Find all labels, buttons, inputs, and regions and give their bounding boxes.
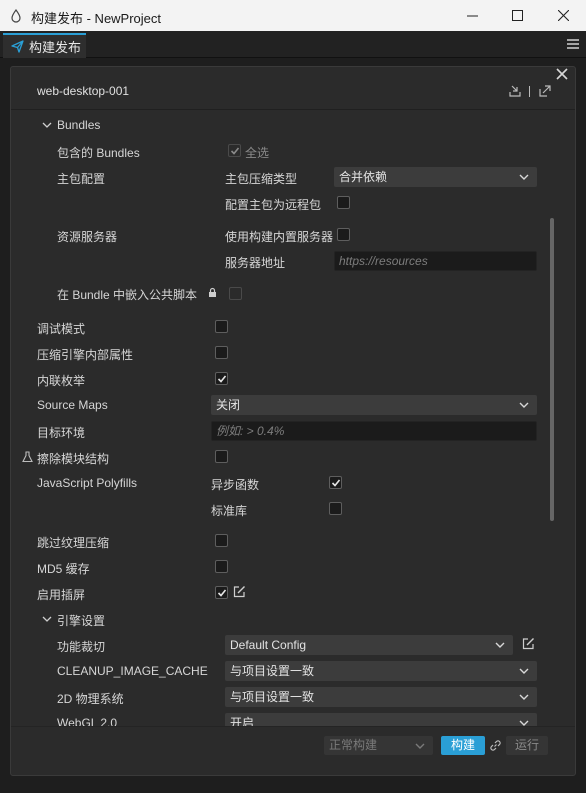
erase-modules-label: 擦除模块结构: [37, 452, 110, 466]
source-maps-label: Source Maps: [37, 398, 108, 412]
flask-icon: [22, 451, 33, 463]
compress-engine-props-checkbox[interactable]: [215, 346, 228, 359]
build-mode-select[interactable]: 正常构建: [324, 736, 433, 755]
async-functions-checkbox[interactable]: [329, 476, 342, 489]
close-panel-icon[interactable]: [554, 66, 570, 82]
cleanup-image-cache-label: CLEANUP_IMAGE_CACHE: [57, 664, 208, 678]
compress-engine-props-label: 压缩引擎内部属性: [37, 348, 134, 362]
server-address-input[interactable]: https://resources: [334, 251, 537, 271]
cleanup-image-cache-select[interactable]: 与项目设置一致: [225, 661, 537, 681]
build-mode-value: 正常构建: [329, 738, 378, 752]
export-icon[interactable]: [538, 84, 552, 98]
skip-texture-compress-label: 跳过纹理压缩: [37, 536, 110, 550]
webgl2-select[interactable]: 开启: [225, 713, 537, 726]
chevron-down-icon[interactable]: [42, 120, 52, 130]
maximize-icon: [511, 10, 523, 21]
chevron-down-icon[interactable]: [42, 614, 52, 624]
build-button[interactable]: 构建: [441, 736, 485, 755]
embed-common-script-checkbox[interactable]: [229, 287, 242, 300]
chevron-down-icon: [519, 720, 529, 726]
chevron-down-icon: [519, 174, 529, 180]
compression-type-value: 合并依赖: [339, 170, 388, 184]
remote-main-bundle-checkbox[interactable]: [337, 196, 350, 209]
chevron-down-icon: [415, 743, 425, 749]
minimize-button[interactable]: [449, 0, 495, 31]
compression-type-label: 主包压缩类型: [225, 172, 298, 186]
send-icon: [11, 40, 24, 53]
footer-divider: [11, 726, 575, 727]
header-separator: [529, 86, 530, 97]
select-all-label: 全选: [245, 146, 270, 160]
select-all-checkbox[interactable]: [228, 144, 241, 157]
source-maps-select[interactable]: 关闭: [211, 395, 537, 415]
target-env-label: 目标环境: [37, 426, 86, 440]
target-env-input[interactable]: 例如: > 0.4%: [211, 421, 537, 441]
header-divider: [11, 109, 575, 110]
skip-texture-compress-checkbox[interactable]: [215, 534, 228, 547]
chevron-down-icon: [495, 642, 505, 648]
physics-2d-label: 2D 物理系统: [57, 692, 124, 706]
use-builtin-server-label: 使用构建内置服务器: [225, 230, 334, 244]
inline-enum-checkbox[interactable]: [215, 372, 228, 385]
feature-crop-value: Default Config: [230, 638, 307, 652]
webgl2-label: WebGL 2.0: [57, 716, 118, 726]
remote-main-bundle-label: 配置主包为远程包: [225, 198, 322, 212]
source-maps-value: 关闭: [216, 398, 241, 412]
main-config-label: 主包配置: [57, 172, 106, 186]
physics-2d-select[interactable]: 与项目设置一致: [225, 687, 537, 707]
chevron-down-icon: [519, 402, 529, 408]
debug-mode-label: 调试模式: [37, 322, 86, 336]
splash-screen-label: 启用插屏: [37, 588, 86, 602]
tab-label: 构建发布: [29, 40, 82, 55]
menu-icon[interactable]: [566, 38, 580, 50]
stdlib-checkbox[interactable]: [329, 502, 342, 515]
engine-settings-section-label[interactable]: 引擎设置: [57, 612, 105, 629]
async-functions-label: 异步函数: [211, 478, 260, 492]
bundles-section-label[interactable]: Bundles: [57, 118, 100, 132]
cleanup-image-cache-value: 与项目设置一致: [230, 664, 315, 678]
run-button[interactable]: 运行: [506, 736, 548, 755]
import-icon[interactable]: [508, 84, 522, 98]
maximize-button[interactable]: [494, 0, 540, 31]
edit-icon[interactable]: [522, 637, 535, 650]
compression-type-select[interactable]: 合并依赖: [334, 167, 537, 187]
chevron-down-icon: [519, 668, 529, 674]
debug-mode-checkbox[interactable]: [215, 320, 228, 333]
use-builtin-server-checkbox[interactable]: [337, 228, 350, 241]
link-icon[interactable]: [489, 739, 502, 752]
minimize-icon: [466, 15, 478, 17]
embed-common-script-label: 在 Bundle 中嵌入公共脚本: [57, 288, 198, 302]
build-preset-name: web-desktop-001: [37, 84, 130, 98]
md5-cache-label: MD5 缓存: [37, 562, 90, 576]
close-icon: [557, 10, 569, 21]
resource-server-label: 资源服务器: [57, 230, 118, 244]
js-polyfills-label: JavaScript Polyfills: [37, 476, 138, 490]
md5-cache-checkbox[interactable]: [215, 560, 228, 573]
close-window-button[interactable]: [540, 0, 586, 31]
lock-icon: [209, 287, 216, 297]
webgl2-value: 开启: [230, 716, 255, 726]
window-title: 构建发布 - NewProject: [31, 11, 162, 26]
window-titlebar: 构建发布 - NewProject: [0, 0, 586, 31]
included-bundles-label: 包含的 Bundles: [57, 146, 140, 160]
server-address-label: 服务器地址: [225, 256, 286, 270]
tab-strip: 构建发布: [0, 31, 586, 58]
inline-enum-label: 内联枚举: [37, 374, 86, 388]
physics-2d-value: 与项目设置一致: [230, 690, 315, 704]
feature-crop-select[interactable]: Default Config: [225, 635, 513, 655]
clipped-row: WebGL 2.0 开启: [11, 712, 551, 726]
splash-screen-checkbox[interactable]: [215, 586, 228, 599]
stdlib-label: 标准库: [211, 504, 248, 518]
scrollbar-thumb[interactable]: [550, 218, 554, 521]
app-logo-icon: [11, 9, 21, 23]
tab-build-publish[interactable]: 构建发布: [3, 33, 86, 58]
chevron-down-icon: [519, 694, 529, 700]
erase-modules-checkbox[interactable]: [215, 450, 228, 463]
feature-crop-label: 功能裁切: [57, 640, 106, 654]
edit-icon[interactable]: [233, 585, 246, 598]
